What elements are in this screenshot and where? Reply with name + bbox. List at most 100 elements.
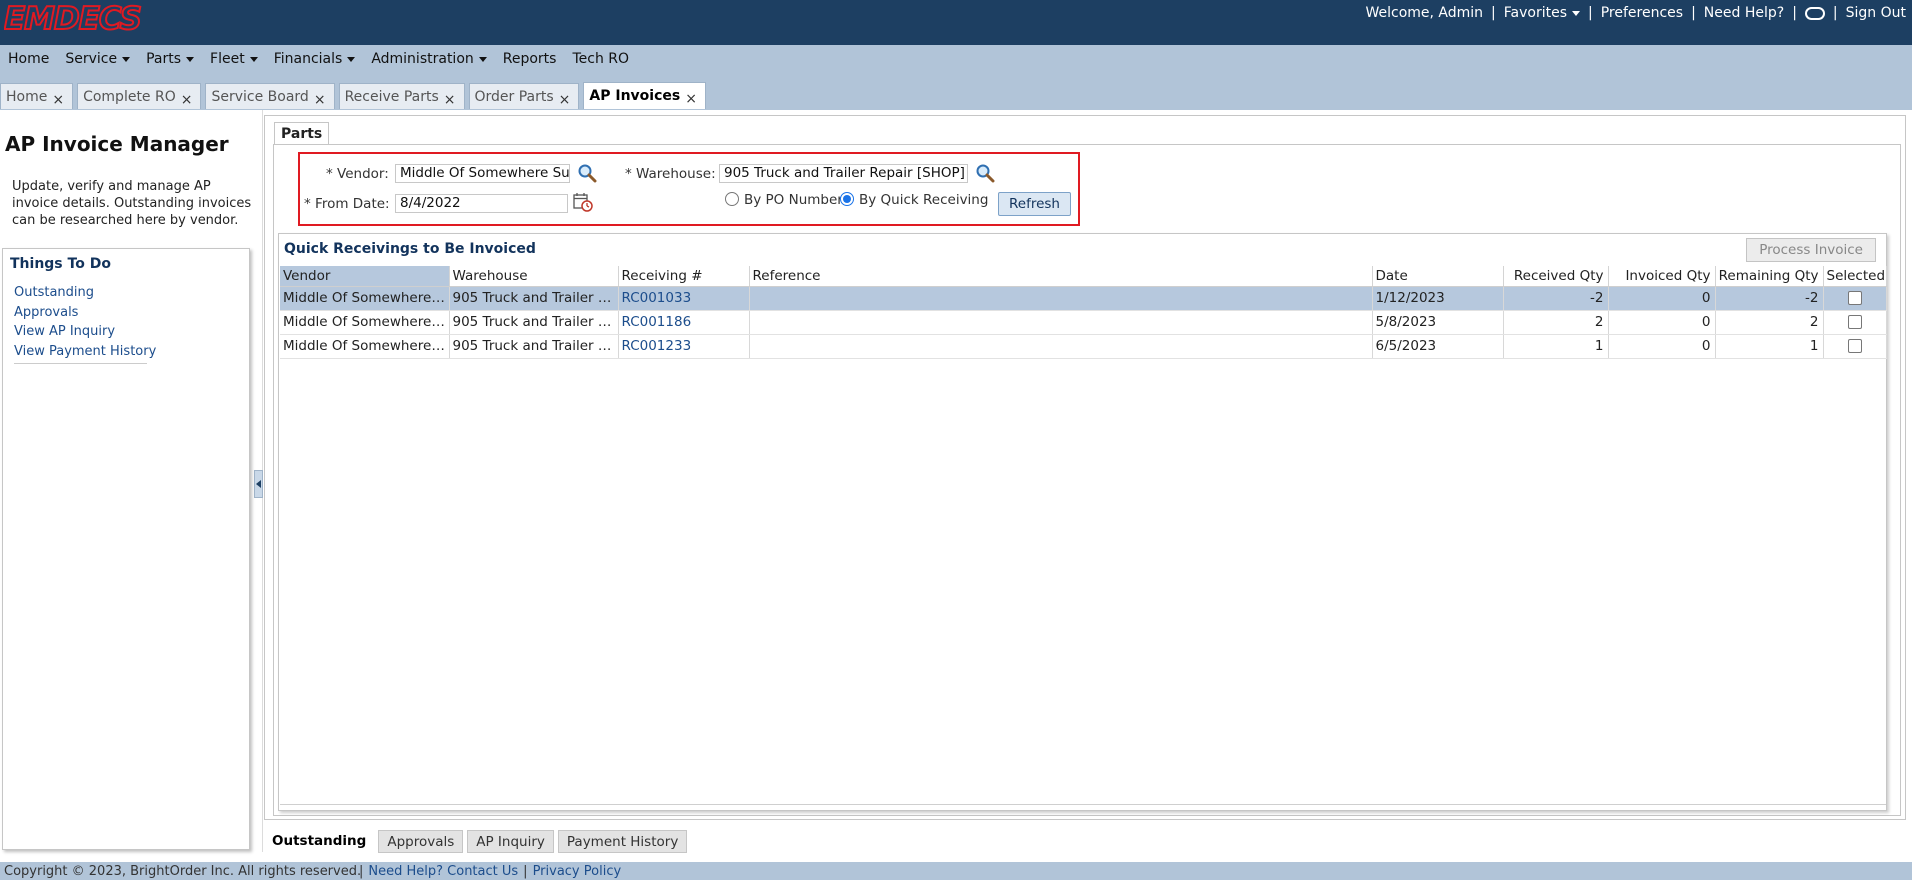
close-icon[interactable]: × xyxy=(52,92,64,108)
table-row[interactable]: Middle Of Somewhere S... 905 Truck and T… xyxy=(280,310,1887,335)
tab-payment-history[interactable]: Payment History xyxy=(557,830,688,853)
page-body: AP Invoice Manager Update, verify and ma… xyxy=(0,110,1912,862)
todo-view-ap-inquiry-link[interactable]: View AP Inquiry xyxy=(14,322,156,342)
bottom-tabs: Outstanding Approvals AP Inquiry Payment… xyxy=(264,829,691,853)
tab-ap-invoices[interactable]: AP Invoices × xyxy=(583,82,706,109)
column-header-receiving[interactable]: Receiving # xyxy=(618,266,750,287)
tab-parts[interactable]: Parts xyxy=(274,122,330,145)
menu-financials[interactable]: Financials xyxy=(266,51,364,67)
by-quick-receiving-radio[interactable] xyxy=(840,192,854,206)
calendar-icon[interactable] xyxy=(573,192,593,212)
welcome-text: Welcome, Admin xyxy=(1365,5,1484,21)
close-icon[interactable]: × xyxy=(685,91,697,107)
tab-ap-inquiry[interactable]: AP Inquiry xyxy=(467,830,554,853)
select-checkbox[interactable] xyxy=(1847,291,1862,305)
cell-selected xyxy=(1823,310,1887,335)
menu-parts[interactable]: Parts xyxy=(138,51,202,67)
cell-reference xyxy=(749,334,1373,359)
cell-invoiced-qty: 0 xyxy=(1608,334,1716,359)
cell-invoiced-qty: 0 xyxy=(1608,310,1716,335)
tab-outstanding[interactable]: Outstanding xyxy=(264,829,375,853)
process-invoice-button[interactable]: Process Invoice xyxy=(1746,238,1876,262)
menu-service[interactable]: Service xyxy=(57,51,138,67)
sign-out-link[interactable]: Sign Out xyxy=(1846,5,1906,21)
todo-view-payment-history-link[interactable]: View Payment History xyxy=(14,342,156,362)
favorites-menu[interactable]: Favorites xyxy=(1504,5,1581,21)
tab-order-parts[interactable]: Order Parts × xyxy=(468,83,580,109)
column-header-reference[interactable]: Reference xyxy=(749,266,1373,287)
footer: Copyright © 2023, BrightOrder Inc. All r… xyxy=(0,862,1912,880)
cell-remaining-qty: 2 xyxy=(1715,310,1824,335)
by-po-number-radio[interactable] xyxy=(725,192,739,206)
cell-selected xyxy=(1823,286,1887,311)
cell-vendor: Middle Of Somewhere S... xyxy=(280,310,450,335)
warehouse-label: * Warehouse: xyxy=(625,166,716,182)
tab-receive-parts[interactable]: Receive Parts × xyxy=(338,83,465,109)
menu-reports[interactable]: Reports xyxy=(495,51,565,67)
close-icon[interactable]: × xyxy=(314,92,326,108)
menu-home[interactable]: Home xyxy=(0,51,57,67)
receivings-table: Vendor Warehouse Receiving # Reference D… xyxy=(280,266,1887,359)
select-checkbox[interactable] xyxy=(1847,315,1862,329)
things-to-do-list: Outstanding Approvals View AP Inquiry Vi… xyxy=(14,283,156,361)
tab-service-board[interactable]: Service Board × xyxy=(205,83,335,109)
by-quick-receiving-label[interactable]: By Quick Receiving xyxy=(859,192,988,208)
chevron-down-icon xyxy=(347,56,356,62)
table-header: Vendor Warehouse Receiving # Reference D… xyxy=(280,266,1887,287)
menu-fleet[interactable]: Fleet xyxy=(202,51,266,67)
close-icon[interactable]: × xyxy=(181,92,193,108)
tab-approvals[interactable]: Approvals xyxy=(378,830,464,853)
column-header-warehouse[interactable]: Warehouse xyxy=(449,266,619,287)
search-icon[interactable] xyxy=(975,163,995,183)
contact-us-link[interactable]: Need Help? Contact Us xyxy=(368,864,518,879)
search-icon[interactable] xyxy=(577,163,597,183)
todo-outstanding-link[interactable]: Outstanding xyxy=(14,283,156,303)
table-row[interactable]: Middle Of Somewhere S... 905 Truck and T… xyxy=(280,286,1887,311)
column-header-date[interactable]: Date xyxy=(1372,266,1504,287)
privacy-policy-link[interactable]: Privacy Policy xyxy=(533,864,622,879)
cell-reference xyxy=(749,286,1373,311)
need-help-link[interactable]: Need Help? xyxy=(1704,5,1784,21)
cell-received-qty: 2 xyxy=(1503,310,1609,335)
svg-text:EMDECS: EMDECS xyxy=(4,2,141,34)
grid-title: Quick Receivings to Be Invoiced xyxy=(284,241,536,257)
menu-administration[interactable]: Administration xyxy=(363,51,494,67)
vendor-input[interactable]: Middle Of Somewhere Supp xyxy=(395,164,570,183)
by-po-number-label[interactable]: By PO Number xyxy=(744,192,843,208)
main-nav: Home Service Parts Fleet Financials Admi… xyxy=(0,45,1912,117)
refresh-button[interactable]: Refresh xyxy=(998,192,1071,216)
collapse-panel-handle[interactable] xyxy=(254,470,263,498)
chat-icon[interactable] xyxy=(1804,6,1825,20)
chevron-down-icon xyxy=(1572,10,1581,16)
emdecs-logo: EMDECS xyxy=(4,2,143,34)
table-row[interactable]: Middle Of Somewhere S... 905 Truck and T… xyxy=(280,334,1887,359)
column-header-vendor[interactable]: Vendor xyxy=(280,266,450,287)
things-to-do-box: Things To Do Outstanding Approvals View … xyxy=(2,248,250,850)
vendor-label: * Vendor: xyxy=(326,166,389,182)
chevron-down-icon xyxy=(249,56,258,62)
quick-receivings-grid: Quick Receivings to Be Invoiced Process … xyxy=(278,233,1887,811)
chevron-down-icon xyxy=(122,56,131,62)
receiving-number-link[interactable]: RC001233 xyxy=(618,334,750,359)
select-checkbox[interactable] xyxy=(1847,339,1862,353)
column-header-selected[interactable]: Selected xyxy=(1823,266,1887,287)
cell-date: 1/12/2023 xyxy=(1372,286,1504,311)
menu-tech-ro[interactable]: Tech RO xyxy=(564,51,637,67)
receiving-number-link[interactable]: RC001033 xyxy=(618,286,750,311)
filter-form: * Vendor: Middle Of Somewhere Supp * War… xyxy=(298,152,1080,226)
close-icon[interactable]: × xyxy=(444,92,456,108)
column-header-invoiced-qty[interactable]: Invoiced Qty xyxy=(1608,266,1716,287)
todo-approvals-link[interactable]: Approvals xyxy=(14,303,156,323)
close-icon[interactable]: × xyxy=(559,92,571,108)
tab-home[interactable]: Home × xyxy=(0,83,74,109)
tab-complete-ro[interactable]: Complete RO × xyxy=(77,83,202,109)
from-date-input[interactable]: 8/4/2022 xyxy=(395,194,568,213)
preferences-link[interactable]: Preferences xyxy=(1601,5,1683,21)
column-header-received-qty[interactable]: Received Qty xyxy=(1503,266,1609,287)
cell-warehouse: 905 Truck and Trailer Re... xyxy=(449,310,619,335)
warehouse-input[interactable]: 905 Truck and Trailer Repair [SHOP] xyxy=(719,164,968,183)
column-header-remaining-qty[interactable]: Remaining Qty xyxy=(1715,266,1824,287)
cell-received-qty: -2 xyxy=(1503,286,1609,311)
receiving-number-link[interactable]: RC001186 xyxy=(618,310,750,335)
left-panel: AP Invoice Manager Update, verify and ma… xyxy=(0,110,252,852)
